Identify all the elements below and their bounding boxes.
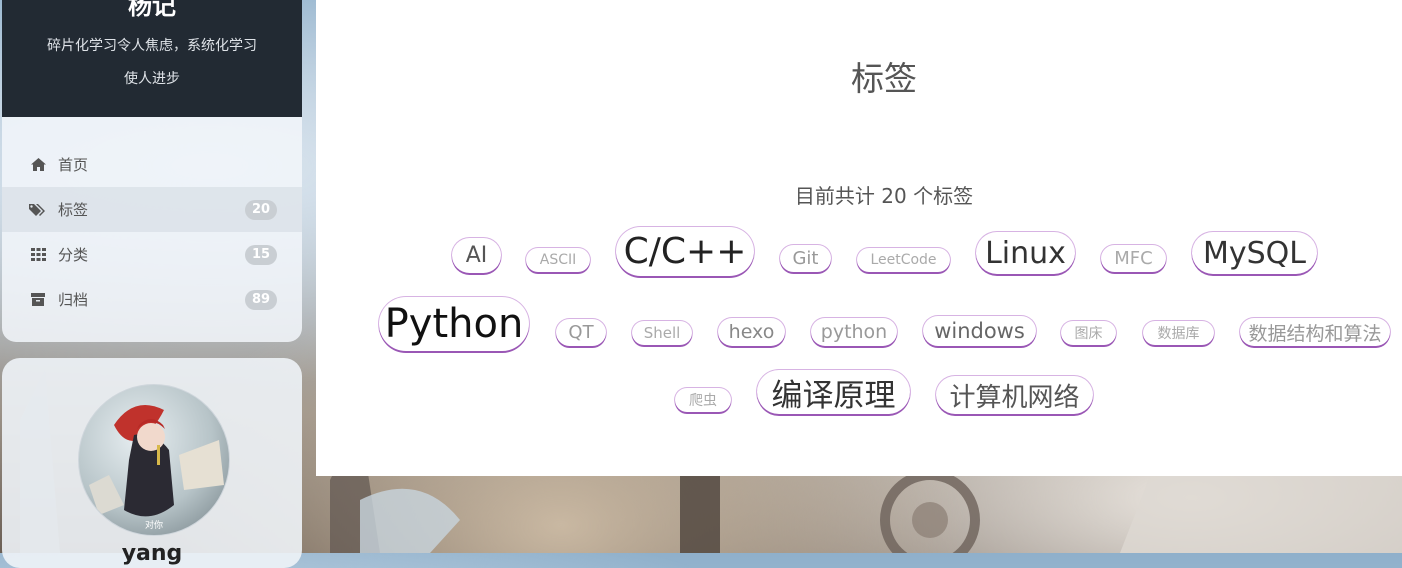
tag-windows[interactable]: windows — [923, 316, 1036, 346]
tag-mysql[interactable]: MySQL — [1192, 232, 1317, 274]
site-brand: 杨记 碎片化学习令人焦虑，系统化学习 使人进步 — [2, 0, 302, 117]
tag-count-text: 目前共计 20 个标签 — [794, 184, 974, 208]
tags-count-badge: 20 — [245, 199, 277, 220]
tag-linux[interactable]: Linux — [976, 232, 1075, 274]
archive-icon — [29, 291, 47, 309]
sidebar-item-archives[interactable]: 归档 89 — [2, 277, 302, 322]
sidebar-item-label: 分类 — [58, 246, 89, 264]
main-content: 标签 目前共计 20 个标签 AI ASCII C/C++ Git LeetCo… — [316, 0, 1402, 476]
tag-python-upper[interactable]: Python — [379, 297, 529, 351]
tag-compiler-principles[interactable]: 编译原理 — [757, 370, 910, 414]
sidebar-item-tags[interactable]: 标签 20 — [2, 187, 302, 232]
tag-git[interactable]: Git — [780, 245, 831, 272]
archives-count-badge: 89 — [245, 289, 277, 310]
site-subtitle-line2: 使人进步 — [124, 71, 180, 87]
sidebar-item-home[interactable]: 首页 — [2, 142, 302, 187]
sidebar-item-label: 首页 — [58, 156, 89, 174]
tag-crawler[interactable]: 爬虫 — [675, 388, 731, 412]
author-name: yang — [121, 541, 183, 566]
site-title[interactable]: 杨记 — [2, 0, 302, 21]
tag-hexo[interactable]: hexo — [718, 318, 785, 346]
tags-icon — [29, 201, 47, 219]
avatar[interactable]: 对你 — [78, 384, 230, 536]
tag-data-structures-algorithms[interactable]: 数据结构和算法 — [1240, 318, 1390, 346]
sidebar-menu: 首页 标签 20 分类 15 归档 89 — [2, 117, 302, 342]
sidebar-item-label: 标签 — [58, 201, 89, 219]
site-subtitle: 碎片化学习令人焦虑，系统化学习 使人进步 — [22, 30, 282, 96]
categories-count-badge: 15 — [245, 244, 277, 265]
tag-qt[interactable]: QT — [556, 319, 606, 346]
sidebar-item-label: 归档 — [58, 291, 89, 309]
author-profile: 对你 yang — [2, 358, 302, 568]
tag-mfc[interactable]: MFC — [1101, 245, 1166, 272]
sidebar-item-categories[interactable]: 分类 15 — [2, 232, 302, 277]
page-title: 标签 — [851, 59, 917, 98]
tag-database[interactable]: 数据库 — [1143, 321, 1214, 345]
tag-c-cpp[interactable]: C/C++ — [616, 227, 754, 276]
tag-ai[interactable]: AI — [452, 238, 501, 273]
grid-icon — [29, 246, 47, 264]
home-icon — [29, 156, 47, 174]
tag-leetcode[interactable]: LeetCode — [857, 248, 950, 272]
site-subtitle-line1: 碎片化学习令人焦虑，系统化学习 — [47, 38, 257, 54]
tag-python-lower[interactable]: python — [811, 318, 897, 346]
tag-ascii[interactable]: ASCII — [526, 248, 590, 272]
tag-image-host[interactable]: 图床 — [1061, 321, 1116, 345]
tag-shell[interactable]: Shell — [632, 321, 692, 345]
tag-computer-networks[interactable]: 计算机网络 — [936, 376, 1093, 414]
avatar-caption: 对你 — [144, 521, 163, 531]
avatar-illustration — [89, 405, 224, 517]
